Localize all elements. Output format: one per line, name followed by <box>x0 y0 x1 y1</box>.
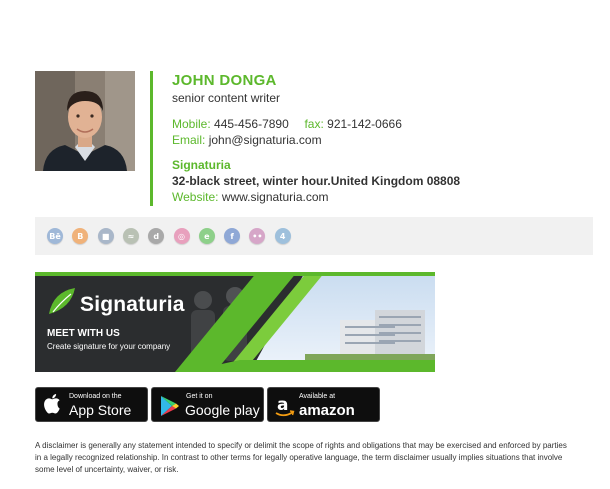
banner-subtext: Create signature for your company <box>47 342 171 351</box>
fax-number: 921-142-0666 <box>327 117 402 131</box>
email-link[interactable]: john@signaturia.com <box>209 133 322 147</box>
evernote-icon[interactable]: e <box>198 228 215 244</box>
promo-banner[interactable]: Signaturia MEET WITH US Create signature… <box>35 272 435 372</box>
fax-label: fax: <box>304 117 324 131</box>
digg-icon[interactable]: d <box>148 228 165 244</box>
amazon-label: amazon <box>299 402 355 419</box>
profile-photo <box>35 71 135 171</box>
company-name: Signaturia <box>172 158 231 172</box>
website-link[interactable]: www.signaturia.com <box>222 190 329 204</box>
apple-icon <box>44 394 60 414</box>
website-line: Website: www.signaturia.com <box>172 189 460 205</box>
banner-brand: Signaturia <box>80 293 185 316</box>
amazon-icon: a <box>275 395 295 417</box>
dribbble-icon[interactable]: ◎ <box>173 228 190 244</box>
google-play-icon <box>161 396 179 416</box>
amazon-button[interactable]: a Available at amazon <box>267 387 380 422</box>
banner-headline: MEET WITH US <box>47 328 120 339</box>
address: 32-black street, winter hour.United King… <box>172 174 461 188</box>
google-play-label: Google play <box>185 402 260 418</box>
job-title: senior content writer <box>172 91 281 105</box>
mobile-number[interactable]: 445-456-7890 <box>214 117 289 131</box>
facebook-icon[interactable]: f <box>224 228 241 244</box>
google-play-button[interactable]: Get it on Google play <box>151 387 264 422</box>
app-store-button[interactable]: Download on the App Store <box>35 387 148 422</box>
social-icons-bar: Bē B ■ ≈ d ◎ e f •• 4 <box>35 217 593 255</box>
email-label: Email: <box>172 133 206 147</box>
disclaimer-text: A disclaimer is generally any statement … <box>35 441 567 474</box>
divider-bar <box>150 71 153 206</box>
amazon-small-text: Available at <box>299 393 336 400</box>
blogger-icon[interactable]: B <box>72 228 89 244</box>
contact-block: JOHN DONGA senior content writer Mobile:… <box>172 72 460 205</box>
foursquare-icon[interactable]: 4 <box>274 228 291 244</box>
behance-icon[interactable]: Bē <box>47 228 63 244</box>
email-line: Email: john@signaturia.com <box>172 132 460 148</box>
flickr-icon[interactable]: •• <box>249 228 266 244</box>
person-name: JOHN DONGA <box>172 72 277 89</box>
phone-line: Mobile: 445-456-7890 fax: 921-142-0666 <box>172 116 460 132</box>
app-store-label: App Store <box>69 402 132 418</box>
app-store-small-text: Download on the <box>69 393 122 400</box>
google-play-small-text: Get it on <box>186 393 213 400</box>
mobile-label: Mobile: <box>172 117 211 131</box>
svg-text:a: a <box>277 395 288 415</box>
website-label: Website: <box>172 190 219 204</box>
delicious-icon[interactable]: ■ <box>97 228 114 244</box>
deviantart-icon[interactable]: ≈ <box>122 228 139 244</box>
